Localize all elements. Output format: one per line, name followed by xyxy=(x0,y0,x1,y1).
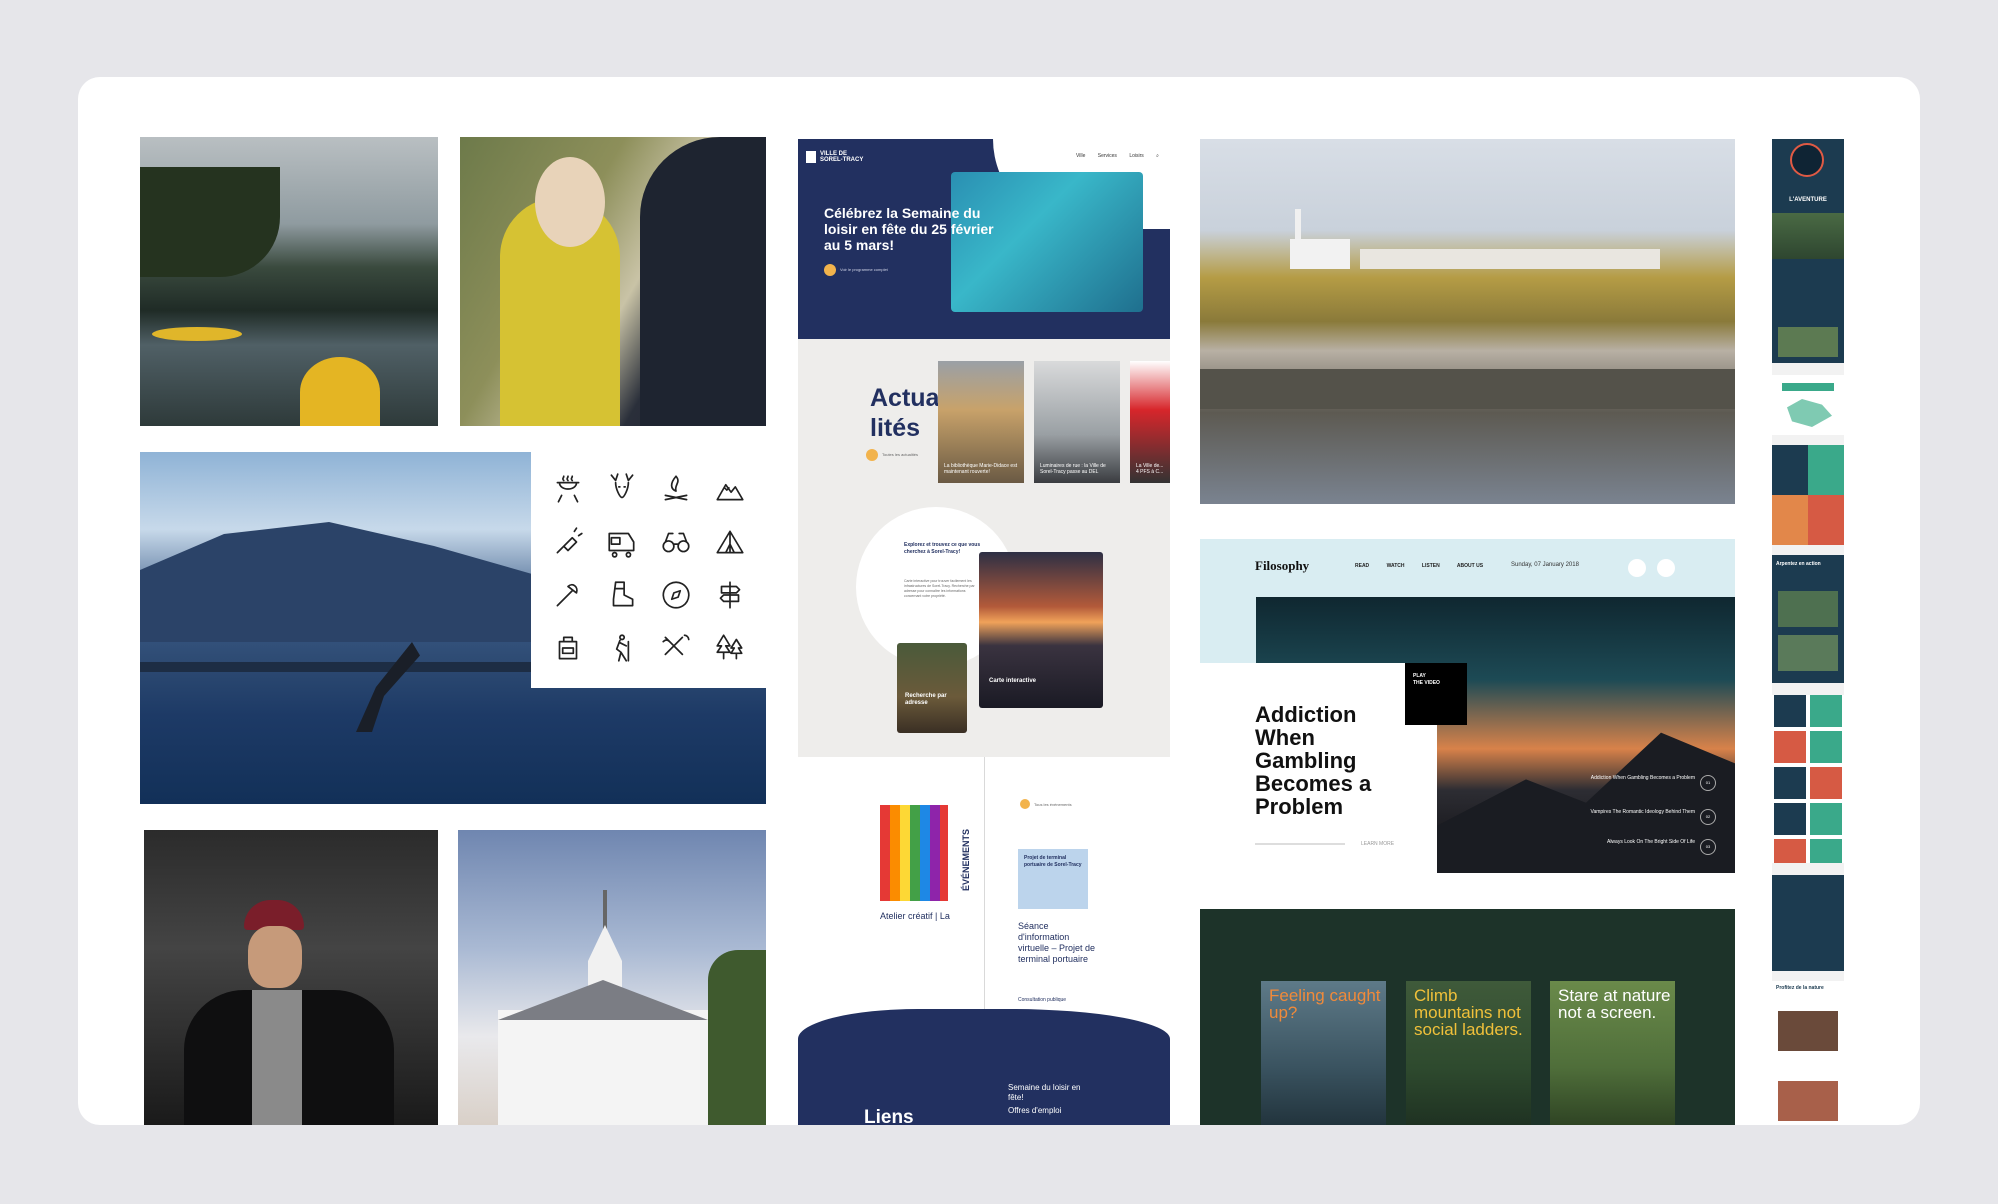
news-link-dot[interactable] xyxy=(866,449,878,461)
mobile-content-block: Profitez de la nature xyxy=(1772,981,1844,1125)
poster: Stare at nature not a screen. xyxy=(1550,981,1675,1125)
event-caption[interactable]: Atelier créatif | La xyxy=(880,911,970,921)
trees-icon xyxy=(716,634,743,660)
mobile-page-strip: L'AVENTURE Arpentez en action Profitez d… xyxy=(1772,139,1844,1125)
port-project-title: Projet de terminal portuaire de Sorel-Tr… xyxy=(1024,855,1082,868)
camper-icon xyxy=(608,532,635,558)
sorel-nav: Ville Services Loisirs ⌕ xyxy=(1076,153,1170,159)
compass-icon xyxy=(662,581,690,609)
explore-body: Carte interactive pour trouver facilemen… xyxy=(904,579,975,598)
filo-logo[interactable]: Filosophy xyxy=(1255,558,1309,574)
search-icon[interactable] xyxy=(1657,559,1675,577)
news-title: Actua- lités xyxy=(870,384,948,442)
man-in-beanie-photo xyxy=(144,830,438,1125)
mobile-tiles-block xyxy=(1772,445,1844,545)
nature-posters-panel: Feeling caught up? Climb mountains not s… xyxy=(1200,909,1735,1125)
nav-item[interactable]: Loisirs xyxy=(1129,153,1143,159)
map-card-label[interactable]: Carte interactive xyxy=(989,678,1036,684)
flashlight-icon xyxy=(556,527,583,554)
riverside-village-photo xyxy=(1200,139,1735,504)
address-search-photo[interactable] xyxy=(897,643,967,733)
article-list-item[interactable]: Always Look On The Bright Side Of Life xyxy=(1530,839,1695,846)
event-title[interactable]: Séance d'information virtuelle – Projet … xyxy=(1018,921,1098,965)
footer-link[interactable]: Semaine du loisir en fête! xyxy=(1008,1083,1088,1103)
boot-icon xyxy=(612,581,634,607)
poster-text: Climb mountains not social ladders. xyxy=(1414,986,1523,1039)
events-link-dot[interactable] xyxy=(1020,799,1030,809)
filo-date: Sunday, 07 January 2018 xyxy=(1511,562,1579,568)
menu-icon[interactable] xyxy=(1628,559,1646,577)
footer-link[interactable]: Offres d'emploi xyxy=(1008,1106,1061,1115)
events-title: ÉVÉNEMENTS xyxy=(961,828,971,891)
sorel-logo-icon xyxy=(806,151,816,163)
nav-item[interactable]: WATCH xyxy=(1387,563,1405,569)
events-divider xyxy=(984,757,985,1027)
white-chapel-photo xyxy=(458,830,766,1125)
moodboard-canvas: VILLE DE SOREL-TRACY Ville Services Lois… xyxy=(78,77,1920,1125)
axe-icon xyxy=(556,583,578,607)
kayak-lake-photo xyxy=(140,137,438,426)
poster: Feeling caught up? xyxy=(1261,981,1386,1125)
news-link[interactable]: Toutes les actualités xyxy=(882,452,918,457)
filo-nav: READ WATCH LISTEN ABOUT US xyxy=(1355,563,1499,569)
news-card[interactable]: La Ville de... 4 PFS à C... xyxy=(1130,361,1170,483)
filo-progress-bar xyxy=(1255,843,1345,845)
grill-icon xyxy=(556,475,580,503)
event-link[interactable]: Consultation publique xyxy=(1018,997,1066,1003)
poster-text: Stare at nature not a screen. xyxy=(1558,986,1671,1022)
news-card[interactable]: La bibliothèque Marie-Didace est mainten… xyxy=(938,361,1024,483)
couple-outdoors-photo xyxy=(460,137,766,426)
pencils-photo[interactable] xyxy=(880,805,948,901)
article-list-item[interactable]: Addiction When Gambling Becomes a Proble… xyxy=(1530,775,1695,782)
outdoor-icon-set xyxy=(531,452,766,688)
map-card-photo[interactable] xyxy=(979,552,1103,708)
nav-item[interactable]: Ville xyxy=(1076,153,1085,159)
nav-item[interactable]: Services xyxy=(1098,153,1117,159)
mobile-map-block xyxy=(1772,375,1844,435)
sorel-footer xyxy=(798,1009,1170,1125)
mobile-title: L'AVENTURE xyxy=(1789,197,1827,203)
article-number: 02 xyxy=(1700,809,1716,825)
mobile-section-title: Arpentez en action xyxy=(1776,561,1821,567)
hero-title: Célébrez la Semaine du loisir en fête du… xyxy=(824,205,994,253)
mobile-grid-block xyxy=(1772,695,1844,863)
sorel-tracy-website-mockup: VILLE DE SOREL-TRACY Ville Services Lois… xyxy=(798,139,1170,1125)
filosophy-website-mockup: Filosophy READ WATCH LISTEN ABOUT US Sun… xyxy=(1200,539,1735,873)
campfire-icon xyxy=(664,475,688,501)
hiker-icon xyxy=(615,634,630,662)
nav-item[interactable]: ABOUT US xyxy=(1457,563,1483,569)
events-link[interactable]: Tous les événements xyxy=(1034,802,1072,807)
poster: Climb mountains not social ladders. xyxy=(1406,981,1531,1125)
utensils-icon xyxy=(662,634,690,656)
tent-icon xyxy=(716,530,744,554)
mountain-icon xyxy=(716,483,744,501)
poster-text: Feeling caught up? xyxy=(1269,986,1381,1022)
hero-cta-dot[interactable] xyxy=(824,264,836,276)
news-card[interactable]: Luminaires de rue : la Ville de Sorel-Tr… xyxy=(1034,361,1120,483)
mobile-hero: L'AVENTURE xyxy=(1772,139,1844,363)
hero-cta-link[interactable]: Voir le programme complet xyxy=(840,267,888,272)
footer-liens-title: Liens xyxy=(864,1107,914,1125)
binoculars-icon xyxy=(662,532,690,553)
learn-more-link[interactable]: LEARN MORE xyxy=(1361,841,1394,847)
mobile-action-block: Arpentez en action xyxy=(1772,555,1844,683)
signpost-icon xyxy=(719,581,741,609)
nav-item[interactable]: READ xyxy=(1355,563,1369,569)
address-search-label[interactable]: Recherche par adresse xyxy=(905,693,957,707)
deer-icon xyxy=(610,473,634,499)
search-icon[interactable]: ⌕ xyxy=(1156,153,1159,159)
mobile-section-title: Profitez de la nature xyxy=(1776,985,1824,991)
backpack-icon xyxy=(558,636,578,660)
article-number: 01 xyxy=(1700,775,1716,791)
mobile-dark-block xyxy=(1772,875,1844,971)
explore-title: Explorez et trouvez ce que vous cherchez… xyxy=(904,542,981,555)
article-list-item[interactable]: Vampires The Romantic Ideology Behind Th… xyxy=(1530,809,1696,816)
news-section: Actua- lités Toutes les actualités La bi… xyxy=(798,339,1170,757)
filo-headline: Addiction When Gambling Becomes a Proble… xyxy=(1255,702,1372,819)
play-video-label[interactable]: PLAY THE VIDEO xyxy=(1413,673,1440,687)
sorel-logo[interactable]: VILLE DE SOREL-TRACY xyxy=(820,151,863,163)
nav-item[interactable]: LISTEN xyxy=(1422,563,1440,569)
article-number: 03 xyxy=(1700,839,1716,855)
